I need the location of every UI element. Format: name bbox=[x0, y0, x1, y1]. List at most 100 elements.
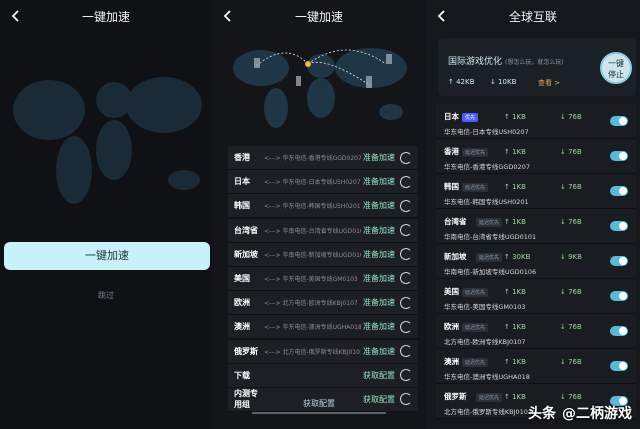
route-status: 准备加速 bbox=[363, 153, 395, 162]
download-speed: ↓ 10KB bbox=[490, 78, 517, 86]
route-region: 美国 bbox=[234, 273, 250, 283]
node-upload: ↑ 1KB bbox=[504, 393, 526, 401]
progress-line bbox=[252, 412, 386, 414]
route-row[interactable]: 日本 <---> 华东电信-日本专线USH0207 准备加速 bbox=[228, 170, 418, 195]
upload-speed: ↑ 42KB bbox=[448, 78, 475, 86]
node-name: 香港 bbox=[444, 147, 459, 156]
panel-accelerate: 一键加速 香港 <---> 华东电信-香港专线GGD0207 准备加速 日本 <… bbox=[212, 0, 426, 429]
node-download: ↓ 76B bbox=[560, 358, 582, 366]
loading-spinner-icon bbox=[400, 296, 412, 309]
node-download: ↓ 76B bbox=[560, 218, 582, 226]
node-name: 澳洲 bbox=[444, 357, 459, 366]
route-region: 俄罗斯 bbox=[234, 346, 258, 356]
route-row[interactable]: 香港 <---> 华东电信-香港专线GGD0207 准备加速 bbox=[228, 146, 418, 170]
route-status: 准备加速 bbox=[363, 177, 395, 187]
node-upload: ↑ 1KB bbox=[504, 183, 526, 191]
node-toggle[interactable] bbox=[610, 326, 628, 336]
route-line: <---> 华东电信-日本专线USH0207 bbox=[264, 179, 361, 187]
node-row[interactable]: 澳洲 延迟优先 ↑ 1KB ↓ 76B 华东电信-澳洲专线UGHA018 bbox=[436, 349, 636, 384]
route-status: 准备加速 bbox=[363, 298, 395, 308]
topbar: 一键加速 bbox=[212, 0, 426, 34]
node-upload: ↑ 1KB bbox=[504, 148, 526, 156]
node-description: 华东电信-香港专线GGD0207 bbox=[444, 163, 530, 171]
node-description: 华东电信-美国专线GM0103 bbox=[444, 303, 526, 311]
route-line: <---> 华东电信-美国专线GM0103 bbox=[264, 275, 358, 283]
route-line: <---> 华南电信-台湾省专线UGD0101 bbox=[264, 227, 361, 235]
route-row[interactable]: 美国 <---> 华东电信-美国专线GM0103 准备加速 bbox=[228, 266, 418, 291]
loading-spinner-icon bbox=[400, 248, 412, 261]
route-row[interactable]: 俄罗斯 <---> 北方电信-俄罗斯专线KBJ0101 准备加速 bbox=[228, 339, 418, 364]
node-download: ↓ 76B bbox=[560, 148, 582, 156]
route-region: 下载 bbox=[234, 370, 250, 380]
skip-link[interactable]: 跳过 bbox=[0, 290, 212, 301]
route-row[interactable]: 欧洲 <---> 北方电信-欧洲专线KBJ0107 准备加速 bbox=[228, 291, 418, 316]
topbar: 全球互联 bbox=[426, 0, 640, 34]
node-row[interactable]: 新加坡 延迟优先 ↑ 30KB ↓ 9KB 华南电信-新加坡专线UGD0106 bbox=[436, 244, 636, 279]
card-subheading: (想怎么玩，就怎么玩) bbox=[505, 59, 564, 66]
node-name: 俄罗斯 bbox=[444, 392, 467, 401]
node-tag: 延迟优先 bbox=[462, 148, 489, 157]
game-optimization-card: 国际游戏优化 (想怎么玩，就怎么玩) ↑ 42KB ↓ 10KB 查看 > 一键 … bbox=[438, 38, 636, 96]
node-toggle[interactable] bbox=[610, 186, 628, 196]
node-tag: 延迟优先 bbox=[462, 358, 489, 367]
node-name: 日本 bbox=[444, 112, 459, 121]
route-region: 新加坡 bbox=[234, 249, 258, 259]
world-map-image bbox=[4, 40, 208, 230]
route-status: 准备加速 bbox=[363, 249, 395, 259]
node-name: 美国 bbox=[444, 287, 459, 296]
node-row[interactable]: 美国 延迟优先 ↑ 1KB ↓ 76B 华东电信-美国专线GM0103 bbox=[436, 279, 636, 314]
node-row[interactable]: 日本 优先 ↑ 1KB ↓ 76B 华东电信-日本专线USH0207 bbox=[436, 104, 636, 139]
route-status: 获取配置 bbox=[363, 370, 395, 380]
route-row[interactable]: 澳洲 <---> 华东电信-澳洲专线UGHA018 准备加速 bbox=[228, 315, 418, 340]
node-name: 台湾省 bbox=[444, 217, 467, 226]
route-row[interactable]: 新加坡 <---> 华南电信-新加坡专线UGD0106 准备加速 bbox=[228, 242, 418, 267]
node-upload: ↑ 1KB bbox=[504, 288, 526, 296]
node-toggle[interactable] bbox=[610, 361, 628, 371]
node-toggle[interactable] bbox=[610, 256, 628, 266]
watermark-author: @二柄游戏 bbox=[562, 406, 632, 422]
get-config-footer[interactable]: 获取配置 bbox=[212, 398, 426, 409]
route-region: 香港 bbox=[234, 153, 250, 162]
loading-spinner-icon bbox=[400, 320, 412, 333]
node-toggle[interactable] bbox=[610, 291, 628, 301]
node-tag: 延迟优先 bbox=[476, 393, 503, 402]
stop-line1: 一键 bbox=[608, 59, 624, 68]
route-line: <---> 北方电信-欧洲专线KBJ0107 bbox=[264, 300, 358, 308]
node-row[interactable]: 韩国 延迟优先 ↑ 1KB ↓ 76B 华东电信-韩国专线USH0201 bbox=[436, 174, 636, 209]
loading-spinner-icon bbox=[400, 272, 412, 285]
panel-intro: 一键加速 一键加速 跳过 bbox=[0, 0, 212, 429]
route-status: 准备加速 bbox=[363, 201, 395, 211]
watermark-source: 头条 bbox=[528, 406, 556, 422]
node-tag: 延迟优先 bbox=[476, 253, 503, 262]
node-download: ↓ 76B bbox=[560, 183, 582, 191]
route-row[interactable]: 台湾省 <---> 华南电信-台湾省专线UGD0101 准备加速 bbox=[228, 218, 418, 243]
loading-spinner-icon bbox=[400, 224, 412, 237]
node-download: ↓ 9KB bbox=[560, 253, 582, 261]
node-toggle[interactable] bbox=[610, 116, 628, 126]
node-toggle[interactable] bbox=[610, 151, 628, 161]
node-upload: ↑ 1KB bbox=[504, 218, 526, 226]
view-link[interactable]: 查看 > bbox=[538, 78, 560, 88]
node-download: ↓ 76B bbox=[560, 393, 582, 401]
node-description: 华东电信-日本专线USH0207 bbox=[444, 128, 529, 136]
node-tag: 优先 bbox=[462, 113, 479, 122]
node-download: ↓ 76B bbox=[560, 323, 582, 331]
route-status: 准备加速 bbox=[363, 322, 395, 332]
route-row[interactable]: 韩国 <---> 华东电信-韩国专线USH0201 准备加速 bbox=[228, 194, 418, 219]
route-region: 台湾省 bbox=[234, 225, 258, 235]
stop-button[interactable]: 一键 停止 bbox=[600, 52, 632, 84]
node-toggle[interactable] bbox=[610, 221, 628, 231]
node-row[interactable]: 欧洲 延迟优先 ↑ 1KB ↓ 76B 北方电信-欧洲专线KBJ0107 bbox=[436, 314, 636, 349]
node-row[interactable]: 台湾省 延迟优先 ↑ 1KB ↓ 76B 华南电信-台湾省专线UGD0101 bbox=[436, 209, 636, 244]
node-download: ↓ 76B bbox=[560, 288, 582, 296]
node-tag: 延迟优先 bbox=[476, 218, 503, 227]
loading-spinner-icon bbox=[400, 369, 412, 382]
route-line: <---> 北方电信-俄罗斯专线KBJ0101 bbox=[264, 348, 361, 356]
world-map-route-image bbox=[226, 36, 418, 132]
node-tag: 延迟优先 bbox=[462, 183, 489, 192]
one-click-accelerate-button[interactable]: 一键加速 bbox=[4, 242, 210, 270]
node-row[interactable]: 香港 延迟优先 ↑ 1KB ↓ 76B 华东电信-香港专线GGD0207 bbox=[436, 139, 636, 174]
route-row[interactable]: 下载 获取配置 bbox=[228, 363, 418, 388]
loading-spinner-icon bbox=[400, 345, 412, 357]
route-region: 澳洲 bbox=[234, 322, 250, 332]
